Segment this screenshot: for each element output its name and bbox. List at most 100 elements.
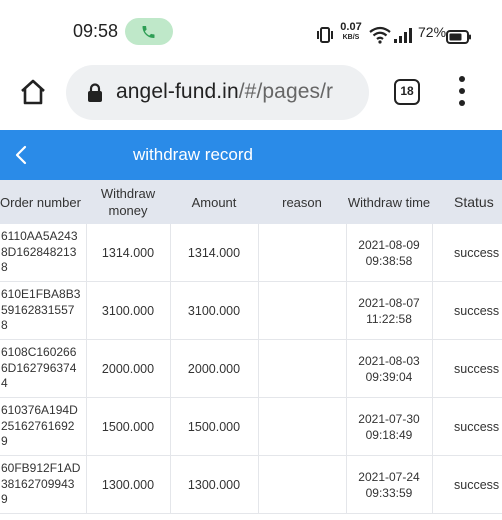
battery-icon xyxy=(446,30,471,44)
withdraw-clock-time: 09:39:04 xyxy=(365,369,413,384)
battery-percent: 72% xyxy=(418,24,447,40)
withdraw-clock-time: 09:18:49 xyxy=(365,427,413,442)
amount-cell: 3100.000 xyxy=(187,303,241,318)
order-number-line: 6108C160266 xyxy=(1,345,77,360)
network-speed-value: 0.07 xyxy=(340,21,362,33)
column-divider xyxy=(346,398,347,456)
withdraw-date: 2021-07-24 xyxy=(358,469,420,484)
column-divider xyxy=(258,224,259,282)
order-number-cell: 60FB912F1AD 38162709943 9 xyxy=(0,456,86,513)
order-number-cell: 6108C160266 6D162796374 4 xyxy=(0,340,86,397)
column-divider xyxy=(170,398,171,456)
address-bar[interactable]: angel-fund.in/#/pages/r xyxy=(66,65,369,120)
url-host: angel-fund.in xyxy=(116,80,239,103)
column-divider xyxy=(86,456,87,514)
page-title: withdraw record xyxy=(133,145,253,164)
tab-switcher-button[interactable]: 18 xyxy=(394,79,420,105)
column-divider xyxy=(346,340,347,398)
order-number-line: 8 xyxy=(1,318,8,333)
order-number-cell: 610E1FBA8B3 59162831557 8 xyxy=(0,282,86,339)
order-number-line: 8D162848213 xyxy=(1,244,77,259)
clock: 09:58 xyxy=(73,21,119,41)
page-header: withdraw record xyxy=(0,130,502,180)
network-speed-unit: KB/S xyxy=(342,34,360,41)
status-cell: success xyxy=(454,361,500,376)
column-divider xyxy=(432,398,433,456)
order-number-line: 25162761692 xyxy=(1,418,75,433)
column-divider xyxy=(258,282,259,340)
column-header-reason: reason xyxy=(282,194,322,210)
column-divider xyxy=(86,340,87,398)
reason-cell xyxy=(258,224,346,281)
column-divider xyxy=(258,398,259,456)
column-divider xyxy=(432,456,433,514)
order-number-line: 8 xyxy=(1,260,8,275)
column-divider xyxy=(170,340,171,398)
column-divider xyxy=(432,224,433,282)
browser-toolbar: angel-fund.in/#/pages/r 18 xyxy=(0,62,502,130)
withdraw-money-cell: 1314.000 xyxy=(101,245,155,260)
table-row[interactable]: 6108C160266 6D162796374 4 2000.000 2000.000 2… xyxy=(0,340,502,398)
order-number-line: 9 xyxy=(1,434,8,449)
menu-dot xyxy=(459,76,465,82)
table-row[interactable]: 610376A194D 25162761692 9 1500.000 1500.000 2… xyxy=(0,398,502,456)
column-divider xyxy=(432,340,433,398)
amount-cell: 1300.000 xyxy=(187,477,241,492)
lock-icon xyxy=(88,83,102,102)
url-path: /#/pages/r xyxy=(238,80,334,103)
order-number-line: 6110AA5A243 xyxy=(1,229,78,244)
column-header-withdraw-money: Withdraw money xyxy=(100,186,156,218)
withdraw-date: 2021-08-03 xyxy=(358,353,420,368)
column-header-withdraw-time: Withdraw time xyxy=(347,194,431,210)
column-divider xyxy=(86,398,87,456)
signal-icon xyxy=(394,28,412,43)
status-bar: 09:58 0.07 KB/S 72% xyxy=(0,0,502,62)
order-number-line: 610E1FBA8B3 xyxy=(1,287,81,302)
browser-menu-button[interactable] xyxy=(452,76,472,108)
column-divider xyxy=(432,282,433,340)
reason-cell xyxy=(258,456,346,513)
withdraw-date: 2021-07-30 xyxy=(358,411,420,426)
table-row[interactable]: 6110AA5A243 8D162848213 8 1314.000 1314.000 2… xyxy=(0,224,502,282)
order-number-cell: 610376A194D 25162761692 9 xyxy=(0,398,86,455)
status-cell: success xyxy=(454,245,500,260)
reason-cell xyxy=(258,282,346,339)
status-cell: success xyxy=(454,303,500,318)
column-header-amount: Amount xyxy=(191,194,237,210)
url-text: angel-fund.in/#/pages/r xyxy=(116,80,333,104)
withdraw-time-cell: 2021-07-24 09:33:59 xyxy=(346,456,432,513)
order-number-line: 38162709943 xyxy=(1,476,75,491)
wifi-icon xyxy=(369,26,391,44)
column-header-status: Status xyxy=(454,193,494,210)
order-number-line: 6D162796374 xyxy=(1,360,77,375)
withdraw-clock-time: 09:33:59 xyxy=(365,485,413,500)
order-number-cell: 6110AA5A243 8D162848213 8 xyxy=(0,224,86,281)
column-divider xyxy=(170,224,171,282)
reason-cell xyxy=(258,398,346,455)
reason-cell xyxy=(258,340,346,397)
order-number-line: 60FB912F1AD xyxy=(1,461,81,476)
menu-dot xyxy=(459,100,465,106)
ongoing-call-chip[interactable] xyxy=(125,18,173,45)
withdraw-clock-time: 11:22:58 xyxy=(366,311,412,326)
column-divider xyxy=(258,340,259,398)
withdraw-clock-time: 09:38:58 xyxy=(365,253,413,268)
table-header: Order number Withdraw money Amount reaso… xyxy=(0,180,502,224)
column-divider xyxy=(346,282,347,340)
withdraw-time-cell: 2021-08-07 11:22:58 xyxy=(346,282,432,339)
amount-cell: 1314.000 xyxy=(187,245,241,260)
withdraw-money-cell: 1500.000 xyxy=(101,419,155,434)
withdraw-time-cell: 2021-07-30 09:18:49 xyxy=(346,398,432,455)
amount-cell: 2000.000 xyxy=(187,361,241,376)
status-cell: success xyxy=(454,477,500,492)
amount-cell: 1500.000 xyxy=(187,419,241,434)
phone-icon xyxy=(142,26,155,38)
withdraw-date: 2021-08-07 xyxy=(358,295,420,310)
status-cell: success xyxy=(454,419,500,434)
home-icon[interactable] xyxy=(19,78,47,106)
table-row[interactable]: 610E1FBA8B3 59162831557 8 3100.000 3100.000 2… xyxy=(0,282,502,340)
withdraw-time-cell: 2021-08-03 09:39:04 xyxy=(346,340,432,397)
table-row[interactable]: 60FB912F1AD 38162709943 9 1300.000 1300.000 2… xyxy=(0,456,502,514)
order-number-line: 59162831557 xyxy=(1,302,75,317)
order-number-line: 610376A194D xyxy=(1,403,78,418)
